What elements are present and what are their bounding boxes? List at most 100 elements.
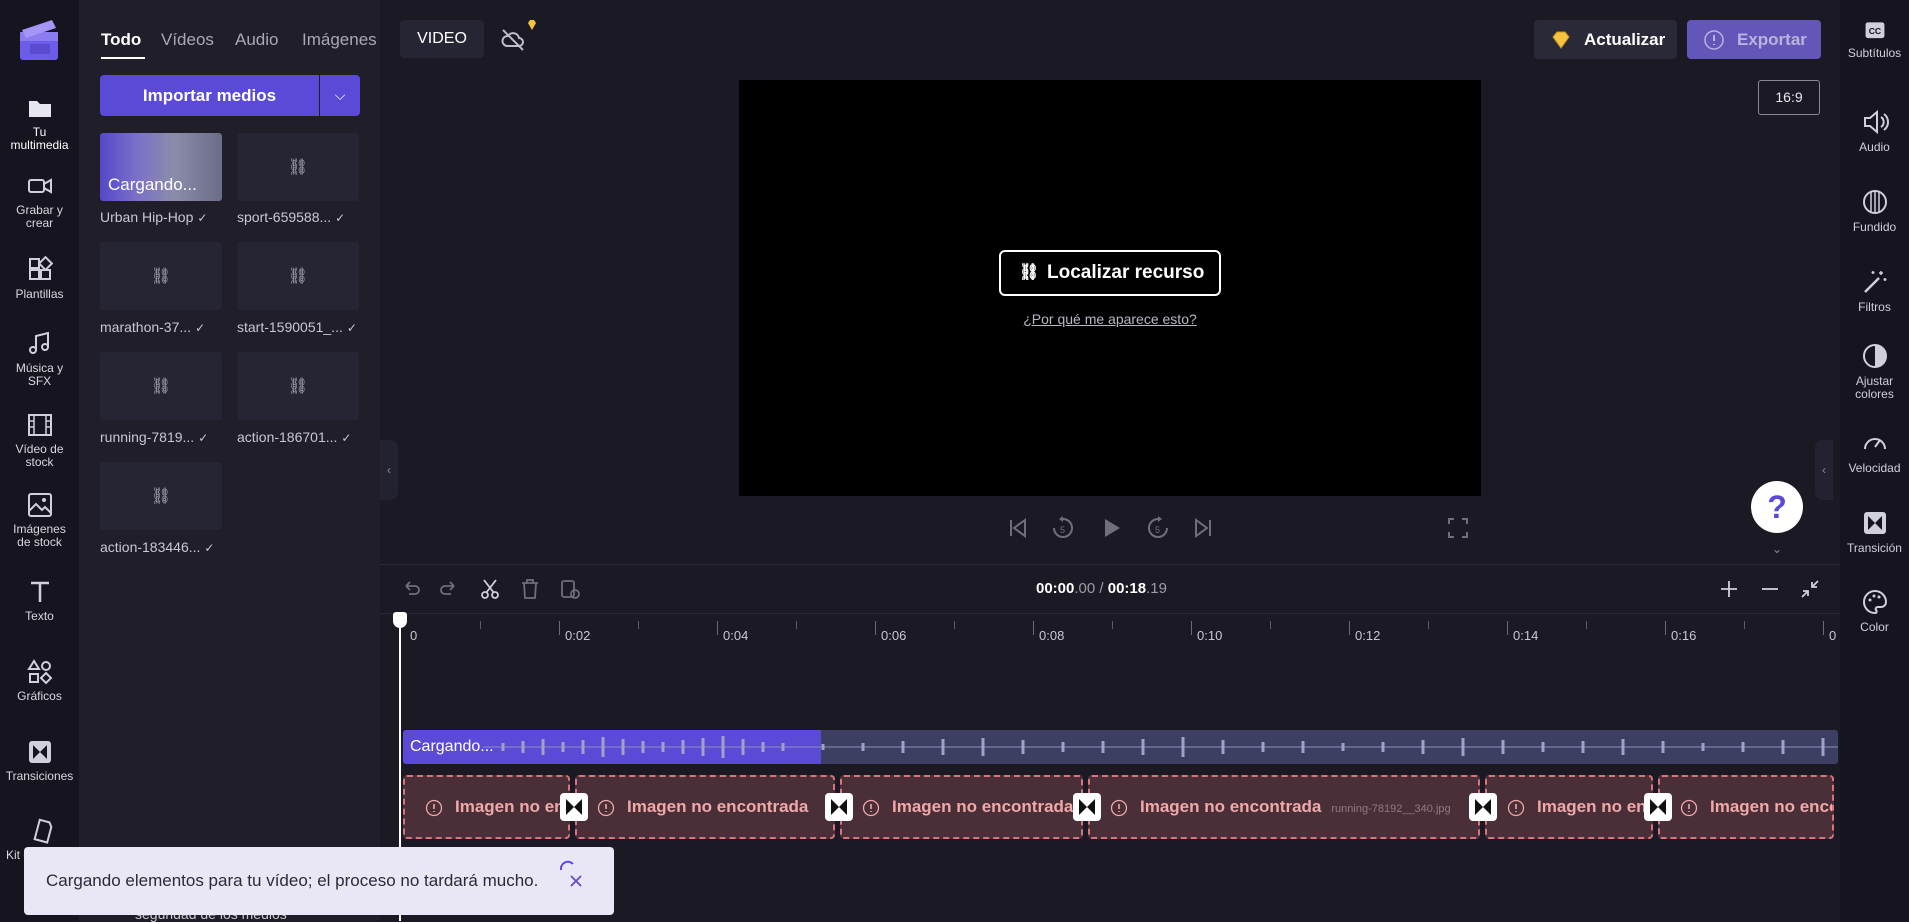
panel-fade[interactable]: Fundido — [1840, 188, 1909, 234]
play-icon[interactable] — [1098, 515, 1124, 541]
panel-adjust-colors[interactable]: Ajustar colores — [1840, 342, 1909, 401]
aspect-ratio-button[interactable]: 16:9 — [1758, 80, 1820, 115]
nav-music-sfx[interactable]: Música y SFX — [0, 330, 79, 388]
close-icon[interactable] — [568, 873, 584, 889]
ruler-minor-tick — [1744, 621, 1745, 629]
import-dropdown-button[interactable]: ⌵ — [320, 75, 360, 116]
collapse-right-panel-button[interactable]: ‹ — [1815, 440, 1833, 500]
nav-stock-video[interactable]: Vídeo de stock — [0, 411, 79, 469]
panel-speed[interactable]: Velocidad — [1840, 429, 1909, 475]
current-time-frac: .00 — [1074, 580, 1096, 597]
nav-your-media[interactable]: Tu multimedia — [0, 94, 79, 152]
link-icon: ⛓ — [150, 268, 172, 285]
nav-label: de stock — [17, 535, 62, 549]
transition-icon[interactable] — [825, 793, 853, 821]
media-thumb[interactable]: ⛓ — [237, 242, 359, 310]
redo-icon[interactable] — [438, 577, 462, 601]
scissors-icon[interactable] — [478, 577, 502, 601]
panel-filters[interactable]: Filtros — [1840, 268, 1909, 314]
tab-images[interactable]: Imágenes — [302, 30, 380, 50]
ruler-minor-tick — [796, 621, 797, 629]
shapes-icon — [26, 659, 52, 685]
transition-icon[interactable] — [560, 793, 588, 821]
clip-label: Imagen no encontrada — [1710, 797, 1832, 816]
clip-label: Imagen no encontrada — [627, 797, 809, 816]
nav-transitions[interactable]: Transiciones — [0, 738, 79, 783]
image-clip-missing[interactable]: Imagen no encontrada running-78192__340.j… — [1088, 775, 1480, 839]
collapse-left-panel-button[interactable]: ‹ — [380, 440, 398, 500]
film-icon — [27, 414, 52, 436]
panel-color[interactable]: Color — [1840, 588, 1909, 634]
project-title-button[interactable]: VIDEO — [400, 20, 484, 58]
fullscreen-icon[interactable] — [1445, 515, 1471, 541]
locate-resource-button[interactable]: ⛓ Localizar recurso — [999, 250, 1221, 296]
contrast-icon — [1862, 344, 1887, 368]
export-button[interactable]: Exportar — [1687, 20, 1821, 59]
check-icon: ✓ — [197, 211, 208, 225]
ruler-label: 0:10 — [1197, 628, 1223, 643]
transition-icon[interactable] — [1469, 793, 1497, 821]
audio-clip[interactable]: Cargando... — [403, 730, 1838, 764]
chevron-left-icon: ‹ — [387, 463, 391, 477]
skip-forward-icon[interactable] — [1190, 515, 1216, 541]
nav-stock-images[interactable]: Imágenes de stock — [0, 491, 79, 549]
link-icon: ⛓ — [150, 488, 172, 505]
panel-captions[interactable]: CC Subtítulos — [1840, 20, 1909, 60]
zoom-out-icon[interactable] — [1758, 577, 1782, 601]
check-icon: ✓ — [195, 321, 206, 335]
tab-all[interactable]: Todo — [101, 30, 141, 50]
image-clip-missing[interactable]: Imagen no encontrada — [840, 775, 1083, 839]
text-icon — [30, 581, 49, 602]
media-thumb[interactable]: ⛓ — [237, 133, 359, 201]
transition-icon[interactable] — [1644, 793, 1672, 821]
transition-icon[interactable] — [1073, 793, 1101, 821]
media-item-label: action-183446... ✓ — [100, 539, 214, 555]
diamond-icon — [1552, 31, 1570, 49]
nav-templates[interactable]: Plantillas — [0, 256, 79, 301]
nav-label: stock — [25, 455, 54, 469]
image-clip-missing[interactable]: Imagen no encontrada — [575, 775, 835, 839]
tab-audio[interactable]: Audio — [235, 30, 278, 50]
playhead-handle[interactable] — [393, 612, 407, 628]
fit-timeline-icon[interactable] — [1798, 577, 1822, 601]
image-clip-missing[interactable]: Imagen no encontrada — [403, 775, 570, 839]
why-link[interactable]: ¿Por qué me aparece esto? — [1019, 311, 1201, 327]
rewind-5-icon[interactable]: 5 — [1050, 515, 1076, 541]
duplicate-icon[interactable] — [558, 577, 582, 601]
image-clip-missing[interactable]: Imagen no encontrada — [1658, 775, 1834, 839]
zoom-in-icon[interactable] — [1717, 577, 1741, 601]
skip-back-icon[interactable] — [1005, 515, 1031, 541]
panel-transition[interactable]: Transición — [1840, 509, 1909, 555]
media-thumb[interactable]: ⛓ — [100, 242, 222, 310]
cloud-off-icon[interactable] — [500, 27, 526, 53]
panel-label: Color — [1860, 620, 1889, 634]
chevron-down-icon[interactable]: ⌄ — [1767, 542, 1787, 560]
nav-text[interactable]: Texto — [0, 578, 79, 623]
import-media-button[interactable]: Importar medios — [100, 75, 319, 116]
forward-5-icon[interactable]: 5 — [1145, 515, 1171, 541]
nav-graphics[interactable]: Gráficos — [0, 658, 79, 703]
nav-label: Música y — [15, 361, 64, 375]
clip-label: Imagen no encontrada — [892, 797, 1074, 816]
check-icon: ✓ — [204, 541, 215, 555]
media-thumb[interactable]: ⛓ — [237, 352, 359, 420]
nav-record-create[interactable]: Grabar y crear — [0, 172, 79, 230]
check-icon: ✓ — [335, 211, 346, 225]
total-time: 00:18 — [1107, 580, 1147, 597]
tab-videos[interactable]: Vídeos — [161, 30, 214, 50]
clip-label: Imagen no encontrada — [1537, 797, 1651, 816]
upgrade-button[interactable]: Actualizar — [1534, 20, 1677, 59]
media-thumb[interactable]: ⛓ — [100, 352, 222, 420]
panel-audio[interactable]: Audio — [1840, 108, 1909, 154]
trash-icon[interactable] — [518, 577, 542, 601]
media-thumb[interactable]: ⛓ — [100, 462, 222, 530]
ruler-tick — [1507, 621, 1508, 635]
panel-label: Velocidad — [1848, 461, 1901, 475]
question-icon: ? — [1767, 489, 1787, 525]
panel-label: Transición — [1847, 541, 1902, 555]
ruler-minor-tick — [1112, 621, 1113, 629]
undo-icon[interactable] — [398, 577, 422, 601]
image-clip-missing[interactable]: Imagen no encontrada — [1485, 775, 1653, 839]
media-thumb-loading[interactable]: Cargando... — [100, 133, 222, 201]
help-button[interactable]: ? — [1751, 481, 1803, 533]
